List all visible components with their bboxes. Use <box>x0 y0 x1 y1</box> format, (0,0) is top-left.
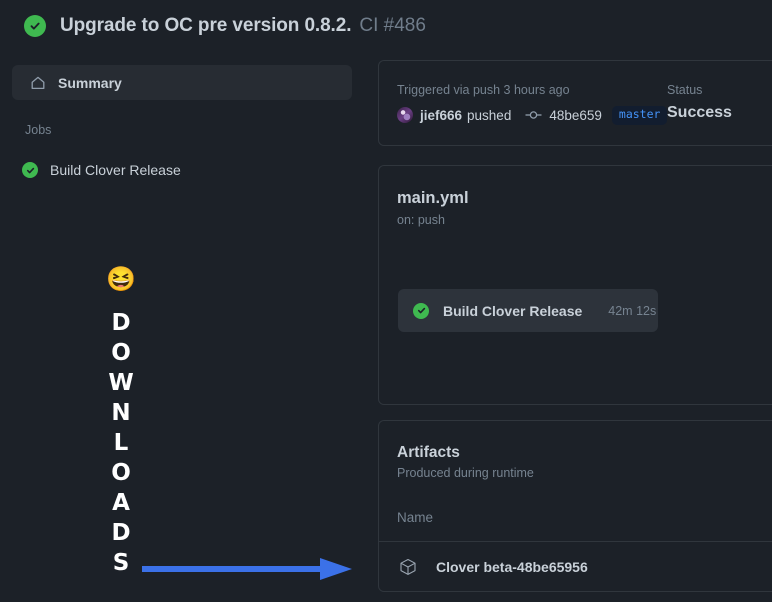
artifact-row[interactable]: Clover beta-48be65956 <box>379 542 772 592</box>
commit-icon <box>525 109 542 121</box>
sidebar-job-label: Build Clover Release <box>50 162 181 178</box>
sidebar-item-build-clover-release[interactable]: Build Clover Release <box>22 162 181 178</box>
status-block: Status Success <box>667 83 772 122</box>
check-circle-icon <box>413 302 429 319</box>
workflow-run-page: Upgrade to OC pre version 0.8.2. CI #486… <box>0 0 772 602</box>
check-circle-icon <box>24 15 46 37</box>
annotation-letter: O <box>111 340 131 366</box>
annotation-letter: W <box>108 370 134 396</box>
workflow-file-name: main.yml <box>397 189 469 207</box>
laughing-emoji: 😆 <box>106 266 136 293</box>
annotation-overlay: 😆 DOWNLOADS <box>106 268 356 588</box>
annotation-letter: L <box>113 430 129 456</box>
annotation-vertical-text: DOWNLOADS <box>106 308 136 578</box>
annotation-letter: A <box>112 490 130 516</box>
workflow-card: main.yml on: push Build Clover Release 4… <box>378 165 772 405</box>
sidebar-section-jobs: Jobs <box>25 123 52 137</box>
run-trigger-card: Triggered via push 3 hours ago jief666 p… <box>378 60 772 146</box>
annotation-letter: N <box>111 400 131 426</box>
annotation-arrow <box>140 556 354 582</box>
sidebar-item-summary[interactable]: Summary <box>12 65 352 100</box>
annotation-letter: D <box>111 520 131 546</box>
home-icon <box>30 75 46 91</box>
branch-badge[interactable]: master <box>611 106 668 125</box>
cube-icon <box>399 558 417 576</box>
actor-name[interactable]: jief666 <box>420 108 462 123</box>
page-title: Upgrade to OC pre version 0.8.2. <box>60 15 352 36</box>
main-content: Triggered via push 3 hours ago jief666 p… <box>378 0 772 602</box>
status-label: Status <box>667 83 703 97</box>
status-value: Success <box>667 104 732 121</box>
annotation-letter: D <box>111 310 131 336</box>
sidebar-item-label: Summary <box>58 74 122 91</box>
annotation-letter: O <box>111 460 131 486</box>
artifacts-title: Artifacts <box>397 444 460 461</box>
actor-action: pushed <box>467 107 512 123</box>
workflow-job-name: Build Clover Release <box>443 302 583 319</box>
check-circle-icon <box>22 162 38 178</box>
artifacts-card: Artifacts Produced during runtime Name C… <box>378 420 772 592</box>
artifact-name: Clover beta-48be65956 <box>436 559 588 575</box>
workflow-job-duration: 42m 12s <box>608 303 657 318</box>
workflow-trigger-event: on: push <box>397 213 445 227</box>
annotation-letter: S <box>112 550 130 576</box>
commit-sha[interactable]: 48be659 <box>549 108 602 123</box>
avatar[interactable] <box>397 107 413 124</box>
workflow-job-node[interactable]: Build Clover Release 42m 12s <box>398 289 658 332</box>
artifacts-column-header-name: Name <box>397 510 434 525</box>
artifacts-subtitle: Produced during runtime <box>397 466 534 480</box>
